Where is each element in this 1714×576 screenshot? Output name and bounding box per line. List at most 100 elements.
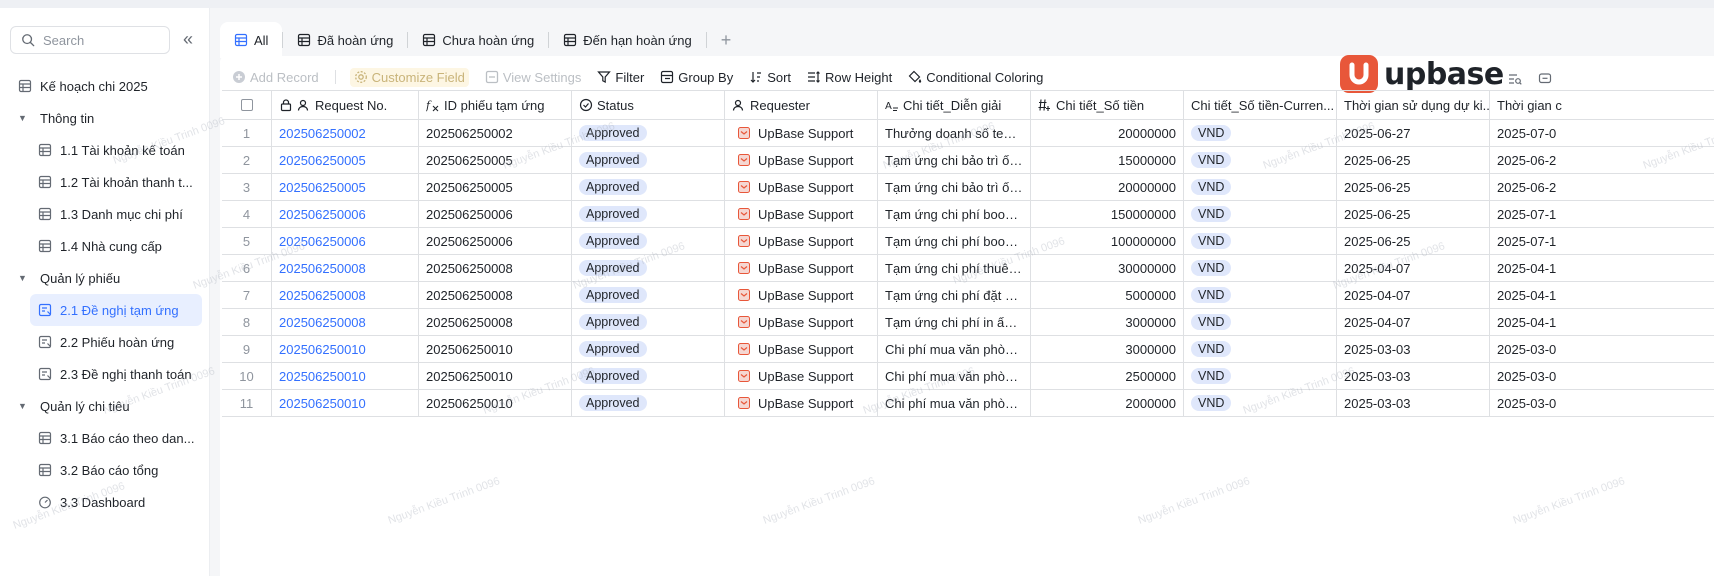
currency-cell[interactable]: VND	[1184, 120, 1337, 146]
sidebar-item-12[interactable]: 3.2 Báo cáo tổng	[0, 454, 210, 486]
requester-cell[interactable]: UpBase Support	[725, 336, 878, 362]
sidebar-item-3[interactable]: 1.2 Tài khoản thanh t...	[0, 166, 210, 198]
amount-cell[interactable]: 30000000	[1031, 255, 1184, 281]
column-header-0[interactable]: Request No.	[272, 91, 419, 119]
column-header-2[interactable]: Status	[572, 91, 725, 119]
amount-cell[interactable]: 3000000	[1031, 336, 1184, 362]
sidebar-item-2[interactable]: 1.1 Tài khoản kế toán	[0, 134, 210, 166]
filter-button[interactable]: Filter	[597, 70, 644, 85]
table-row[interactable]: 5 202506250006 202506250006 Approved UpBase …	[222, 228, 1714, 255]
caret-down-icon[interactable]: ▼	[18, 401, 30, 411]
column-header-8[interactable]: Thời gian c	[1490, 91, 1590, 119]
sidebar-item-0[interactable]: Kế hoạch chi 2025	[0, 70, 210, 102]
status-cell[interactable]: Approved	[572, 255, 725, 281]
add-view-icon[interactable]: +	[721, 30, 732, 51]
currency-cell[interactable]: VND	[1184, 255, 1337, 281]
amount-cell[interactable]: 3000000	[1031, 309, 1184, 335]
requester-cell[interactable]: UpBase Support	[725, 201, 878, 227]
id-cell[interactable]: 202506250010	[419, 336, 572, 362]
request-no-link[interactable]: 202506250005	[279, 153, 366, 168]
request-no-link[interactable]: 202506250006	[279, 207, 366, 222]
id-cell[interactable]: 202506250008	[419, 255, 572, 281]
table-row[interactable]: 3 202506250005 202506250005 Approved UpBase …	[222, 174, 1714, 201]
description-cell[interactable]: Tạm ứng chi bảo trì ống...	[878, 174, 1031, 200]
sidebar-group-10[interactable]: ▼ Quản lý chi tiêu	[0, 390, 210, 422]
table-row[interactable]: 7 202506250008 202506250008 Approved UpBase …	[222, 282, 1714, 309]
currency-cell[interactable]: VND	[1184, 147, 1337, 173]
end-date-cell[interactable]: 2025-03-0	[1490, 363, 1590, 389]
amount-cell[interactable]: 20000000	[1031, 120, 1184, 146]
request-no-cell[interactable]: 202506250008	[272, 282, 419, 308]
start-date-cell[interactable]: 2025-03-03	[1337, 336, 1490, 362]
request-no-cell[interactable]: 202506250010	[272, 363, 419, 389]
request-no-link[interactable]: 202506250002	[279, 126, 366, 141]
requester-cell[interactable]: UpBase Support	[725, 228, 878, 254]
currency-cell[interactable]: VND	[1184, 336, 1337, 362]
id-cell[interactable]: 202506250010	[419, 390, 572, 416]
end-date-cell[interactable]: 2025-06-2	[1490, 174, 1590, 200]
id-cell[interactable]: 202506250008	[419, 309, 572, 335]
description-cell[interactable]: Tạm ứng chi phí in ấn b...	[878, 309, 1031, 335]
description-cell[interactable]: Thưởng doanh số team...	[878, 120, 1031, 146]
column-header-3[interactable]: Requester	[725, 91, 878, 119]
tab-0[interactable]: All	[220, 22, 283, 58]
sidebar-item-4[interactable]: 1.3 Danh mục chi phí	[0, 198, 210, 230]
amount-cell[interactable]: 2000000	[1031, 390, 1184, 416]
end-date-cell[interactable]: 2025-04-1	[1490, 309, 1590, 335]
amount-cell[interactable]: 100000000	[1031, 228, 1184, 254]
request-no-link[interactable]: 202506250008	[279, 261, 366, 276]
status-cell[interactable]: Approved	[572, 363, 725, 389]
status-cell[interactable]: Approved	[572, 120, 725, 146]
sidebar-item-13[interactable]: 3.3 Dashboard	[0, 486, 210, 518]
status-cell[interactable]: Approved	[572, 228, 725, 254]
amount-cell[interactable]: 20000000	[1031, 174, 1184, 200]
request-no-cell[interactable]: 202506250006	[272, 228, 419, 254]
tab-1[interactable]: Đã hoàn ứng	[283, 22, 407, 58]
column-header-4[interactable]: A Chi tiết_Diễn giải	[878, 91, 1031, 119]
id-cell[interactable]: 202506250006	[419, 201, 572, 227]
start-date-cell[interactable]: 2025-06-25	[1337, 147, 1490, 173]
description-cell[interactable]: Chi phí mua văn phòng ...	[878, 363, 1031, 389]
status-cell[interactable]: Approved	[572, 174, 725, 200]
currency-cell[interactable]: VND	[1184, 282, 1337, 308]
request-no-cell[interactable]: 202506250005	[272, 147, 419, 173]
description-cell[interactable]: Tạm ứng chi phí book K...	[878, 201, 1031, 227]
search-box[interactable]	[10, 26, 170, 54]
id-cell[interactable]: 202506250005	[419, 147, 572, 173]
status-cell[interactable]: Approved	[572, 309, 725, 335]
start-date-cell[interactable]: 2025-04-07	[1337, 282, 1490, 308]
caret-down-icon[interactable]: ▼	[18, 113, 30, 123]
requester-cell[interactable]: UpBase Support	[725, 147, 878, 173]
request-no-link[interactable]: 202506250008	[279, 315, 366, 330]
caret-down-icon[interactable]: ▼	[18, 273, 30, 283]
start-date-cell[interactable]: 2025-06-25	[1337, 174, 1490, 200]
currency-cell[interactable]: VND	[1184, 363, 1337, 389]
tab-3[interactable]: Đến hạn hoàn ứng	[549, 22, 705, 58]
search-records-icon[interactable]	[1508, 72, 1522, 86]
amount-cell[interactable]: 2500000	[1031, 363, 1184, 389]
currency-cell[interactable]: VND	[1184, 228, 1337, 254]
request-no-cell[interactable]: 202506250005	[272, 174, 419, 200]
view-settings-button[interactable]: View Settings	[485, 70, 581, 85]
amount-cell[interactable]: 5000000	[1031, 282, 1184, 308]
currency-cell[interactable]: VND	[1184, 201, 1337, 227]
requester-cell[interactable]: UpBase Support	[725, 390, 878, 416]
requester-cell[interactable]: UpBase Support	[725, 309, 878, 335]
description-cell[interactable]: Tạm ứng chi bảo trì ống...	[878, 147, 1031, 173]
description-cell[interactable]: Tạm ứng chi phí book a...	[878, 228, 1031, 254]
id-cell[interactable]: 202506250006	[419, 228, 572, 254]
request-no-link[interactable]: 202506250005	[279, 180, 366, 195]
end-date-cell[interactable]: 2025-06-2	[1490, 147, 1590, 173]
currency-cell[interactable]: VND	[1184, 390, 1337, 416]
table-row[interactable]: 2 202506250005 202506250005 Approved UpBase …	[222, 147, 1714, 174]
request-no-link[interactable]: 202506250006	[279, 234, 366, 249]
sidebar-item-7[interactable]: 2.1 Đề nghị tạm ứng	[30, 294, 202, 326]
conditional-coloring-button[interactable]: Conditional Coloring	[908, 70, 1043, 85]
start-date-cell[interactable]: 2025-03-03	[1337, 390, 1490, 416]
description-cell[interactable]: Tạm ứng chi phí đặt de...	[878, 282, 1031, 308]
sidebar-item-8[interactable]: 2.2 Phiếu hoàn ứng	[0, 326, 210, 358]
start-date-cell[interactable]: 2025-03-03	[1337, 363, 1490, 389]
id-cell[interactable]: 202506250002	[419, 120, 572, 146]
description-cell[interactable]: Tạm ứng chi phí thuê k...	[878, 255, 1031, 281]
sidebar-group-6[interactable]: ▼ Quản lý phiếu	[0, 262, 210, 294]
